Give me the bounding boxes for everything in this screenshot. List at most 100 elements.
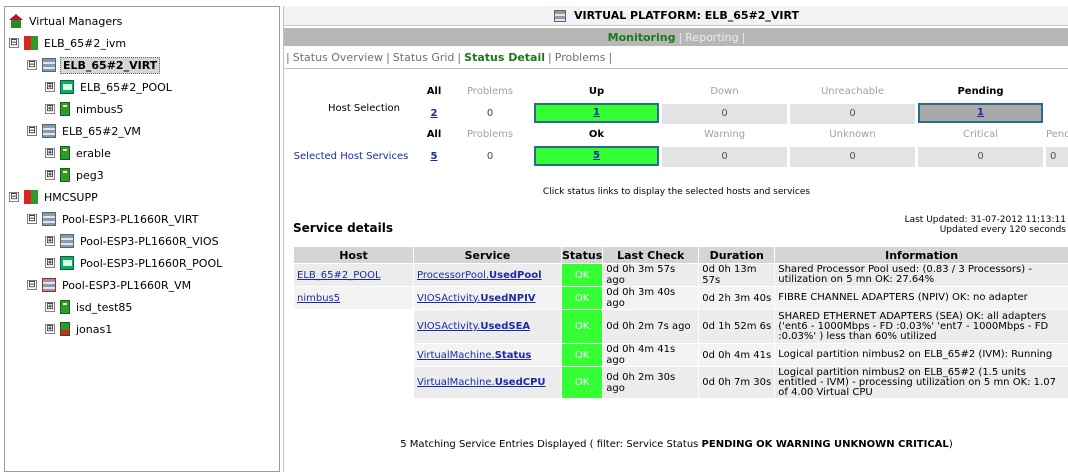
collapse-icon[interactable]: ⊟ <box>27 214 37 224</box>
host-up-count[interactable]: 1 <box>534 103 659 123</box>
col-header-last-check[interactable]: Last Check <box>602 246 700 264</box>
tree-item-erable[interactable]: ⊞ erable <box>45 143 113 163</box>
host-header-unreachable: Unreachable <box>820 86 885 97</box>
expand-icon[interactable]: ⊞ <box>45 236 55 246</box>
tree-item-elb-pool[interactable]: ⊞ ELB_65#2_POOL <box>45 77 174 97</box>
service-cell[interactable]: VirtualMachine.Status <box>413 343 562 367</box>
host-pending-count[interactable]: 1 <box>918 103 1043 123</box>
table-row: VirtualMachine.Status OK 0d 0h 4m 41s ag… <box>293 343 1068 367</box>
tree-item-label: Pool-ESP3-PL1660R_VM <box>62 278 192 292</box>
tree-item-nimbus5[interactable]: ⊞ nimbus5 <box>45 99 125 119</box>
main-panel: VIRTUAL PLATFORM: ELB_65#2_VIRT Monitori… <box>283 6 1068 472</box>
tree-item-jonas1[interactable]: ⊞ jonas1 <box>45 319 114 339</box>
col-header-service[interactable]: Service <box>413 246 562 264</box>
subnav-separator: | <box>548 51 552 64</box>
service-cell[interactable]: ProcessorPool.UsedPool <box>413 263 562 287</box>
virtual-platform-icon <box>554 9 567 22</box>
service-cell[interactable]: VIOSActivity.UsedSEA <box>413 309 562 344</box>
expand-icon[interactable]: ⊞ <box>45 324 55 334</box>
host-cell[interactable]: ELB_65#2_POOL <box>293 263 414 287</box>
subnav-status-overview[interactable]: Status Overview <box>293 51 383 64</box>
service-cell[interactable]: VIOSActivity.UsedNPIV <box>413 286 562 310</box>
subnav-problems[interactable]: Problems <box>555 51 606 64</box>
collapse-icon[interactable]: ⊟ <box>27 60 37 70</box>
svc-ok-count[interactable]: 5 <box>534 146 659 166</box>
duration-cell: 0d 2h 3m 40s <box>698 286 776 310</box>
tree-item-pool-virt[interactable]: ⊟ Pool-ESP3-PL1660R_VIRT <box>27 209 201 229</box>
collapse-icon[interactable]: ⊟ <box>27 280 37 290</box>
col-header-status[interactable]: Status <box>560 246 604 264</box>
pool-icon <box>60 256 74 270</box>
tree-item-label: Pool-ESP3-PL1660R_VIOS <box>80 234 219 248</box>
tab-monitoring[interactable]: Monitoring <box>608 31 676 44</box>
virtual-managers-icon <box>9 14 23 28</box>
tree-item-pool-vm[interactable]: ⊟ Pool-ESP3-PL1660R_VM <box>27 275 193 295</box>
svc-header-pending: Pending <box>1046 129 1068 140</box>
status-badge: OK <box>560 343 604 367</box>
tab-reporting[interactable]: Reporting <box>685 31 738 44</box>
subnav-separator: | <box>386 51 390 64</box>
tree-item-hmcsupp[interactable]: ⊟ HMCSUPP <box>9 187 100 207</box>
tree-root[interactable]: Virtual Managers <box>9 11 124 31</box>
host-link[interactable]: ELB_65#2_POOL <box>297 270 381 281</box>
service-link[interactable]: VirtualMachine.UsedCPU <box>417 377 546 388</box>
expand-icon[interactable]: ⊞ <box>45 148 55 158</box>
tree-item-label: ELB_65#2_ivm <box>44 36 127 50</box>
host-icon <box>60 102 70 116</box>
tree-item-isd-test85[interactable]: ⊞ isd_test85 <box>45 297 134 317</box>
host-header-problems: Problems <box>466 86 514 97</box>
service-name: UsedPool <box>489 269 542 281</box>
service-link[interactable]: ProcessorPool.UsedPool <box>417 270 542 281</box>
last-check-cell: 0d 0h 2m 7s ago <box>602 309 700 344</box>
expand-icon[interactable]: ⊞ <box>45 82 55 92</box>
subnav-status-grid[interactable]: Status Grid <box>393 51 455 64</box>
col-header-host[interactable]: Host <box>293 246 414 264</box>
service-name: UsedNPIV <box>480 292 536 304</box>
host-selection-label: Host Selection <box>327 103 401 114</box>
subnav-status-detail[interactable]: Status Detail <box>464 51 545 64</box>
host-all-count[interactable]: 2 <box>424 104 444 124</box>
vios-icon <box>60 234 74 248</box>
tree-item-peg3[interactable]: ⊞ peg3 <box>45 165 106 185</box>
matching-entries-footer: 5 Matching Service Entries Displayed ( f… <box>284 439 1068 450</box>
tree-item-label: ELB_65#2_VIRT <box>60 56 161 74</box>
tree-item-elb-vm[interactable]: ⊟ ELB_65#2_VM <box>27 121 143 141</box>
tree-item-elb-ivm[interactable]: ⊟ ELB_65#2_ivm <box>9 33 128 53</box>
service-link[interactable]: VIOSActivity.UsedNPIV <box>417 293 536 304</box>
last-updated: Last Updated: 31-07-2012 11:13:11 Update… <box>905 215 1066 235</box>
expand-icon[interactable]: ⊞ <box>45 104 55 114</box>
host-cell[interactable]: nimbus5 <box>293 286 414 310</box>
service-cell[interactable]: VirtualMachine.UsedCPU <box>413 366 562 399</box>
last-updated-time: Last Updated: 31-07-2012 11:13:11 <box>904 215 1066 225</box>
svc-all-count[interactable]: 5 <box>424 147 444 167</box>
expand-icon[interactable]: ⊞ <box>45 302 55 312</box>
col-header-information[interactable]: Information <box>774 246 1068 264</box>
host-cell <box>293 309 414 344</box>
information-cell: Shared Processor Pool used: (0.83 / 3 Pr… <box>774 263 1068 287</box>
status-badge: OK <box>560 263 604 287</box>
expand-icon[interactable]: ⊞ <box>45 258 55 268</box>
collapse-icon[interactable]: ⊟ <box>9 38 19 48</box>
col-header-duration[interactable]: Duration <box>698 246 776 264</box>
status-badge: OK <box>560 286 604 310</box>
svc-header-all: All <box>426 129 442 140</box>
service-name: Status <box>494 349 532 361</box>
tree-item-elb-virt[interactable]: ⊟ ELB_65#2_VIRT <box>27 55 161 75</box>
collapse-icon[interactable]: ⊟ <box>27 126 37 136</box>
service-link[interactable]: VirtualMachine.Status <box>417 350 531 361</box>
svc-pending-count: 0 <box>1046 147 1068 167</box>
host-link[interactable]: nimbus5 <box>297 293 340 304</box>
svc-problems-count: 0 <box>460 147 520 167</box>
service-table: Host Service Status Last Check Duration … <box>293 246 1068 399</box>
service-link[interactable]: VIOSActivity.UsedSEA <box>417 321 530 332</box>
information-cell: SHARED ETHERNET ADAPTERS (SEA) OK: all a… <box>774 309 1068 344</box>
last-check-cell: 0d 0h 2m 30s ago <box>602 366 700 399</box>
duration-cell: 0d 0h 13m 57s <box>698 263 776 287</box>
tree-item-pool-pool[interactable]: ⊞ Pool-ESP3-PL1660R_POOL <box>45 253 224 273</box>
status-badge: OK <box>560 309 604 344</box>
tree-item-pool-vios[interactable]: ⊞ Pool-ESP3-PL1660R_VIOS <box>45 231 221 251</box>
collapse-icon[interactable]: ⊟ <box>9 192 19 202</box>
host-unreachable-count: 0 <box>790 104 915 124</box>
status-badge: OK <box>560 366 604 399</box>
expand-icon[interactable]: ⊞ <box>45 170 55 180</box>
